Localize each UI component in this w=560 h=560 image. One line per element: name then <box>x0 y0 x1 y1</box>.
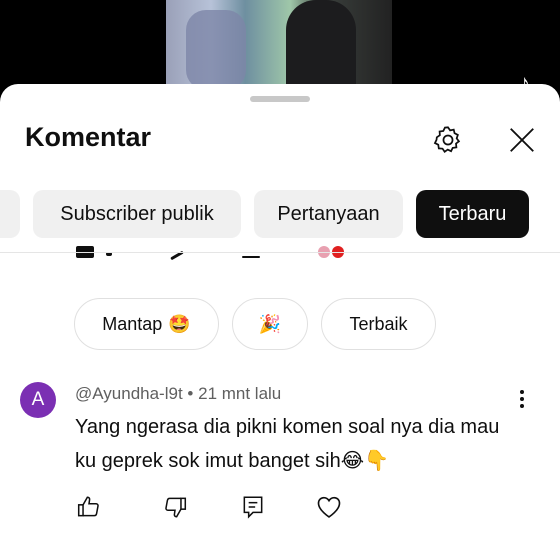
settings-button[interactable] <box>426 118 470 162</box>
reaction-party[interactable]: 🎉 <box>232 298 308 350</box>
more-dot <box>520 404 524 408</box>
comments-sheet: Komentar Subscriber publik Pertanyaan Te… <box>0 84 560 560</box>
reaction-terbaik[interactable]: Terbaik <box>321 298 436 350</box>
star-eyes-emoji: 🤩 <box>168 313 191 334</box>
dislike-icon <box>165 497 187 518</box>
party-popper-emoji: 🎉 <box>258 313 282 334</box>
chip-pertanyaan[interactable]: Pertanyaan <box>254 190 403 238</box>
filter-chips: Subscriber publik Pertanyaan Terbaru <box>0 190 560 240</box>
sheet-title: Komentar <box>25 122 152 152</box>
close-button[interactable] <box>500 118 544 162</box>
meta-separator: • <box>187 384 199 403</box>
gear-icon <box>433 126 461 153</box>
comment-author[interactable]: @Ayundha-l9t <box>75 384 183 403</box>
comments-header: Komentar <box>0 114 560 164</box>
reply-icon <box>243 496 263 519</box>
more-dot <box>520 390 524 394</box>
dislike-button[interactable] <box>160 492 190 522</box>
reaction-label: Terbaik <box>349 313 408 334</box>
comment-time: 21 mnt lalu <box>198 384 282 403</box>
heart-button[interactable] <box>314 492 344 522</box>
chip-subscriber-publik[interactable]: Subscriber publik <box>33 190 241 238</box>
like-button[interactable] <box>74 492 104 522</box>
like-icon <box>77 496 99 517</box>
reply-button[interactable] <box>238 492 268 522</box>
reaction-chips: Mantap 🤩 🎉 Terbaik <box>0 298 560 352</box>
reaction-mantap[interactable]: Mantap 🤩 <box>74 298 219 350</box>
heart-icon <box>317 496 341 518</box>
avatar[interactable]: A <box>20 382 56 418</box>
chips-divider <box>0 252 560 253</box>
chip-cutoff[interactable] <box>0 190 20 238</box>
comment-text: Yang ngerasa dia pikni komen soal nya di… <box>75 416 500 472</box>
more-dot <box>520 397 524 401</box>
video-figure-left <box>186 10 246 90</box>
close-icon <box>510 128 534 152</box>
reaction-label: Mantap <box>102 313 163 334</box>
comment-item: A @Ayundha-l9t • 21 mnt lalu Yang ngeras… <box>0 380 560 560</box>
comment-actions <box>0 492 560 532</box>
drag-handle[interactable] <box>250 96 310 102</box>
chip-terbaru[interactable]: Terbaru <box>416 190 529 238</box>
comment-meta: @Ayundha-l9t • 21 mnt lalu <box>75 384 281 404</box>
